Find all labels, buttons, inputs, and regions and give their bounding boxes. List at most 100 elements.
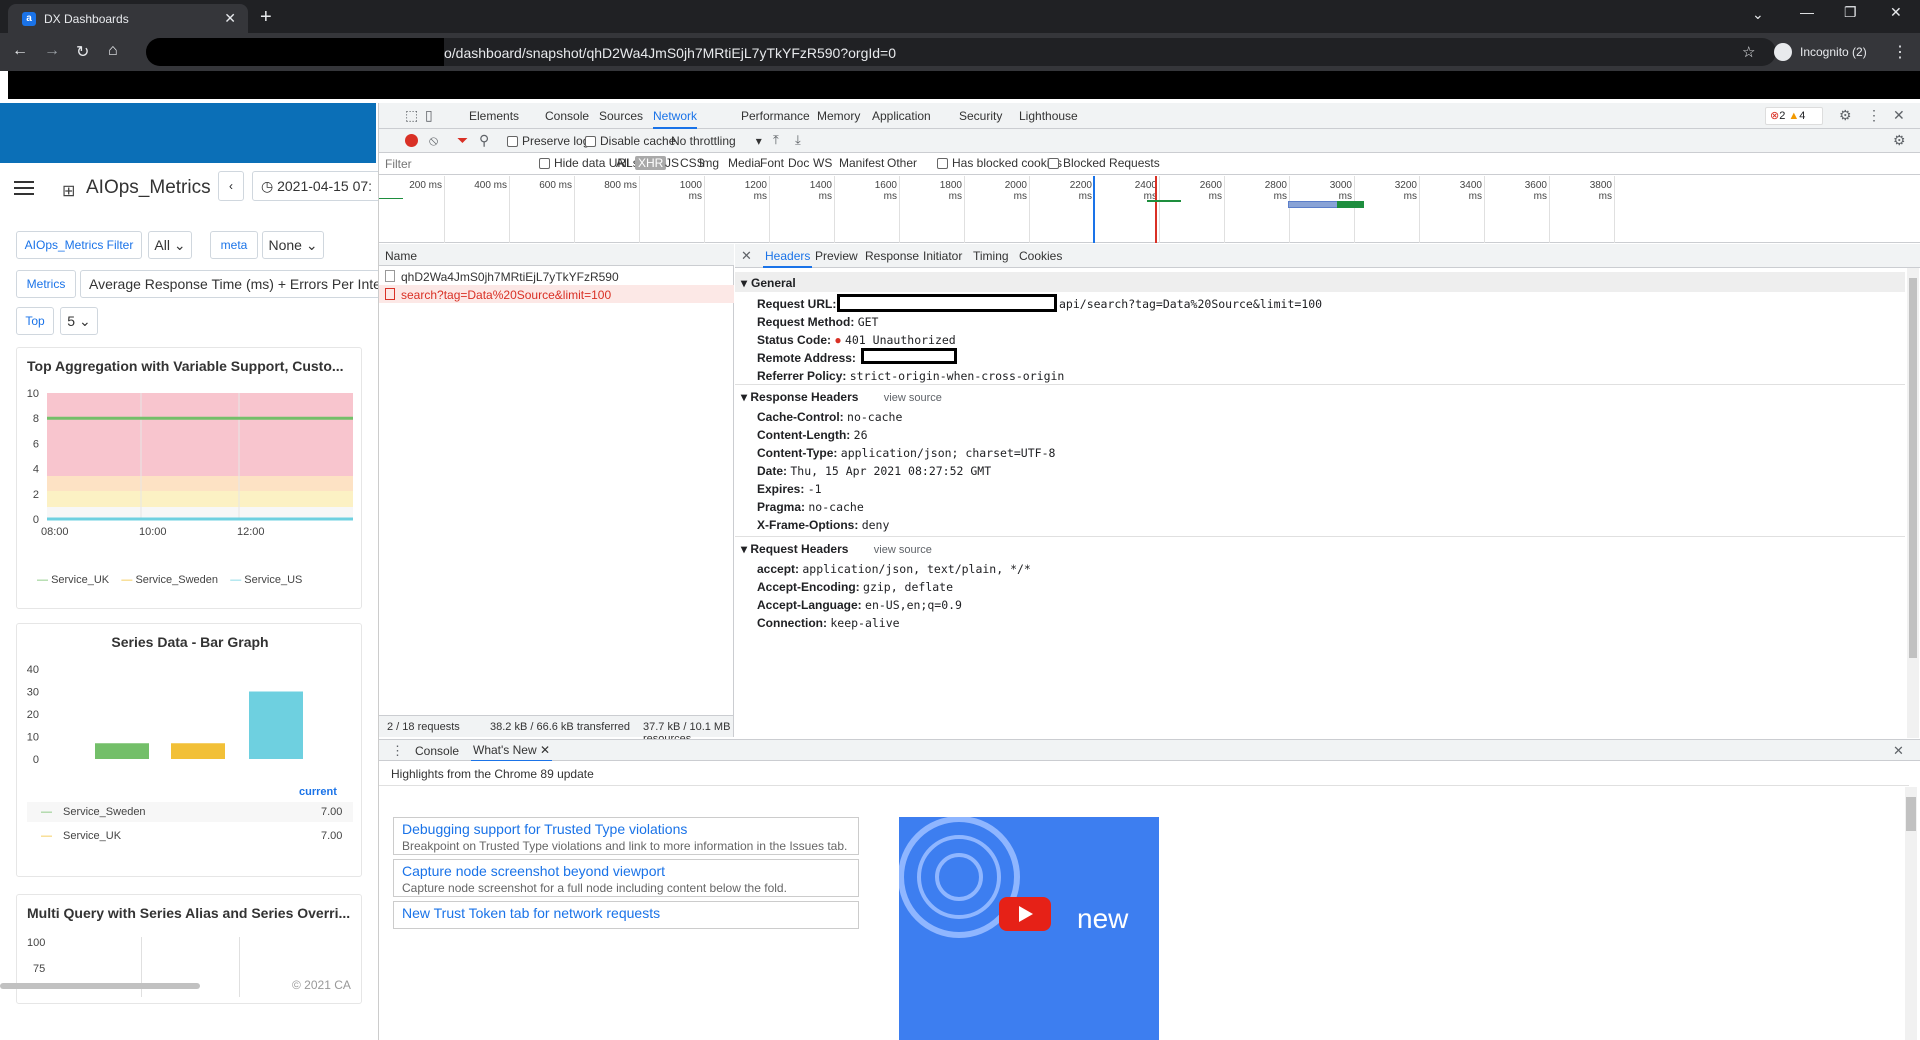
network-overview[interactable]: 200 ms 400 ms 600 ms 800 ms 1000 ms 1200 ms 14… [379, 176, 1920, 243]
more-options-icon[interactable]: ⋮ [1867, 107, 1881, 124]
request-row-selected-error[interactable]: search?tag=Data%20Source&limit=100 [379, 285, 734, 303]
settings-gear-icon[interactable]: ⚙ [1839, 107, 1852, 124]
incognito-profile[interactable]: Incognito (2) [1770, 37, 1870, 67]
response-headers-section-header[interactable]: ▾ Response Headers view source [741, 390, 942, 404]
inspect-element-icon[interactable]: ⬚ [405, 107, 418, 124]
devtools-tab-performance[interactable]: Performance [741, 103, 810, 129]
legend-row[interactable]: — Service_Sweden 7.00 [27, 802, 353, 822]
reload-icon[interactable]: ↻ [76, 42, 89, 62]
scrollbar-thumb[interactable] [1906, 797, 1916, 831]
disable-cache-checkbox[interactable]: Disable cache [585, 134, 675, 148]
video-thumbnail[interactable]: new [899, 817, 1159, 1040]
record-icon[interactable] [405, 134, 418, 147]
time-range-picker[interactable]: ◷ 2021-04-15 07: [252, 171, 378, 201]
restore-icon[interactable]: ❐ [1844, 4, 1857, 21]
legend-item[interactable]: Service_US [244, 574, 302, 586]
minimize-icon[interactable]: — [1800, 4, 1814, 20]
close-tab-icon[interactable]: ✕ [224, 10, 236, 27]
tab-search-icon[interactable]: ⌄ [1752, 6, 1764, 23]
export-har-icon[interactable]: ⤓ [795, 132, 801, 148]
issues-counter[interactable]: ⊗2 ▲4 [1765, 107, 1823, 125]
bookmark-star-icon[interactable]: ☆ [1742, 43, 1755, 61]
preserve-log-checkbox[interactable]: Preserve log [507, 134, 589, 148]
type-filter-font[interactable]: Font [757, 156, 787, 170]
blocked-cookies-checkbox[interactable]: Has blocked cookies [937, 156, 1062, 170]
view-source-link[interactable]: view source [874, 544, 932, 556]
devtools-tab-elements[interactable]: Elements [469, 103, 519, 129]
detail-tab-response[interactable]: Response [863, 244, 921, 268]
request-row[interactable]: qhD2Wa4JmS0jh7MRtiEjL7yTkYFzR590 [379, 267, 734, 285]
panel-title[interactable]: Multi Query with Series Alias and Series… [27, 905, 350, 921]
filter-input[interactable] [385, 155, 525, 173]
devtools-tab-memory[interactable]: Memory [817, 103, 860, 129]
legend-item[interactable]: Service_Sweden [135, 574, 218, 586]
whats-new-item-title[interactable]: New Trust Token tab for network requests [394, 902, 858, 921]
dashboard-title[interactable]: AIOps_Metrics [86, 177, 211, 199]
network-settings-icon[interactable]: ⚙ [1893, 132, 1906, 149]
close-drawer-icon[interactable]: ✕ [1893, 743, 1904, 759]
drawer-scrollbar[interactable] [1905, 787, 1917, 1040]
drawer-tab-console[interactable]: Console [415, 744, 459, 758]
close-devtools-icon[interactable]: ✕ [1893, 107, 1905, 124]
view-source-link[interactable]: view source [884, 392, 942, 404]
details-scrollbar[interactable] [1907, 268, 1919, 738]
blocked-requests-checkbox[interactable]: Blocked Requests [1048, 156, 1160, 170]
detail-tab-timing[interactable]: Timing [971, 244, 1011, 268]
menu-icon[interactable] [14, 181, 34, 199]
filter-select-meta[interactable]: None ⌄ [262, 231, 324, 259]
type-filter-manifest[interactable]: Manifest [836, 156, 887, 170]
legend-header-current[interactable]: current [299, 786, 337, 798]
search-icon[interactable]: ⚲ [479, 132, 489, 149]
general-section-header[interactable]: ▾ General [735, 272, 1905, 292]
close-tab-icon[interactable]: ✕ [540, 743, 550, 757]
close-window-icon[interactable]: ✕ [1890, 4, 1902, 21]
time-back-button[interactable]: ‹ [218, 171, 244, 201]
filter-select-top[interactable]: 5 ⌄ [60, 307, 98, 335]
browser-tab[interactable]: a DX Dashboards ✕ [8, 4, 248, 33]
whats-new-item[interactable]: New Trust Token tab for network requests [393, 901, 859, 929]
panel-title[interactable]: Series Data - Bar Graph [17, 634, 363, 650]
home-icon[interactable]: ⌂ [108, 42, 118, 60]
detail-tab-initiator[interactable]: Initiator [921, 244, 964, 268]
whats-new-item[interactable]: Capture node screenshot beyond viewport C… [393, 859, 859, 897]
legend-row[interactable]: — Service_UK 7.00 [27, 826, 353, 846]
type-filter-doc[interactable]: Doc [785, 156, 812, 170]
whats-new-item-title[interactable]: Capture node screenshot beyond viewport [394, 860, 858, 879]
type-filter-all[interactable]: All [613, 156, 632, 170]
devtools-tab-sources[interactable]: Sources [599, 103, 643, 129]
devtools-tab-application[interactable]: Application [872, 103, 931, 129]
new-tab-icon[interactable]: + [260, 6, 272, 29]
detail-tab-headers[interactable]: Headers [763, 244, 813, 268]
filter-funnel-icon[interactable]: ⏷ [457, 132, 468, 149]
filter-select-metrics[interactable]: Average Response Time (ms) + Errors Per … [80, 270, 378, 298]
forward-icon[interactable]: → [44, 42, 60, 60]
address-bar[interactable]: o/dashboard/snapshot/qhD2Wa4JmS0jh7MRtiE… [146, 38, 1776, 66]
legend-item[interactable]: Service_UK [51, 574, 109, 586]
horizontal-scrollbar[interactable] [0, 983, 200, 989]
type-filter-ws[interactable]: WS [810, 156, 835, 170]
panel-title[interactable]: Top Aggregation with Variable Support, C… [27, 358, 344, 374]
detail-tab-cookies[interactable]: Cookies [1017, 244, 1064, 268]
device-toolbar-icon[interactable]: ▯ [425, 107, 433, 124]
drawer-menu-icon[interactable]: ⋮ [391, 743, 404, 759]
browser-menu-icon[interactable]: ⋮ [1892, 42, 1908, 62]
detail-tab-preview[interactable]: Preview [813, 244, 860, 268]
type-filter-other[interactable]: Other [884, 156, 920, 170]
devtools-tab-lighthouse[interactable]: Lighthouse [1019, 103, 1078, 129]
type-filter-img[interactable]: Img [696, 156, 722, 170]
drawer-tab-whats-new[interactable]: What's New ✕ [471, 740, 553, 762]
close-details-icon[interactable]: ✕ [741, 248, 752, 264]
devtools-tab-network[interactable]: Network [653, 103, 698, 129]
clear-icon[interactable]: ⦸ [429, 132, 438, 149]
devtools-tab-security[interactable]: Security [959, 103, 1002, 129]
scrollbar-thumb[interactable] [1909, 278, 1917, 658]
column-header-name[interactable]: Name [385, 249, 417, 263]
throttling-select[interactable]: No throttling ▾ [671, 134, 762, 148]
request-headers-section-header[interactable]: ▾ Request Headers view source [741, 542, 932, 556]
import-har-icon[interactable]: ⤒ [773, 132, 779, 148]
devtools-tab-console[interactable]: Console [545, 103, 589, 129]
whats-new-item[interactable]: Debugging support for Trusted Type viola… [393, 817, 859, 855]
back-icon[interactable]: ← [12, 42, 28, 60]
filter-select-aiops[interactable]: All ⌄ [148, 231, 192, 259]
whats-new-item-title[interactable]: Debugging support for Trusted Type viola… [394, 818, 858, 837]
